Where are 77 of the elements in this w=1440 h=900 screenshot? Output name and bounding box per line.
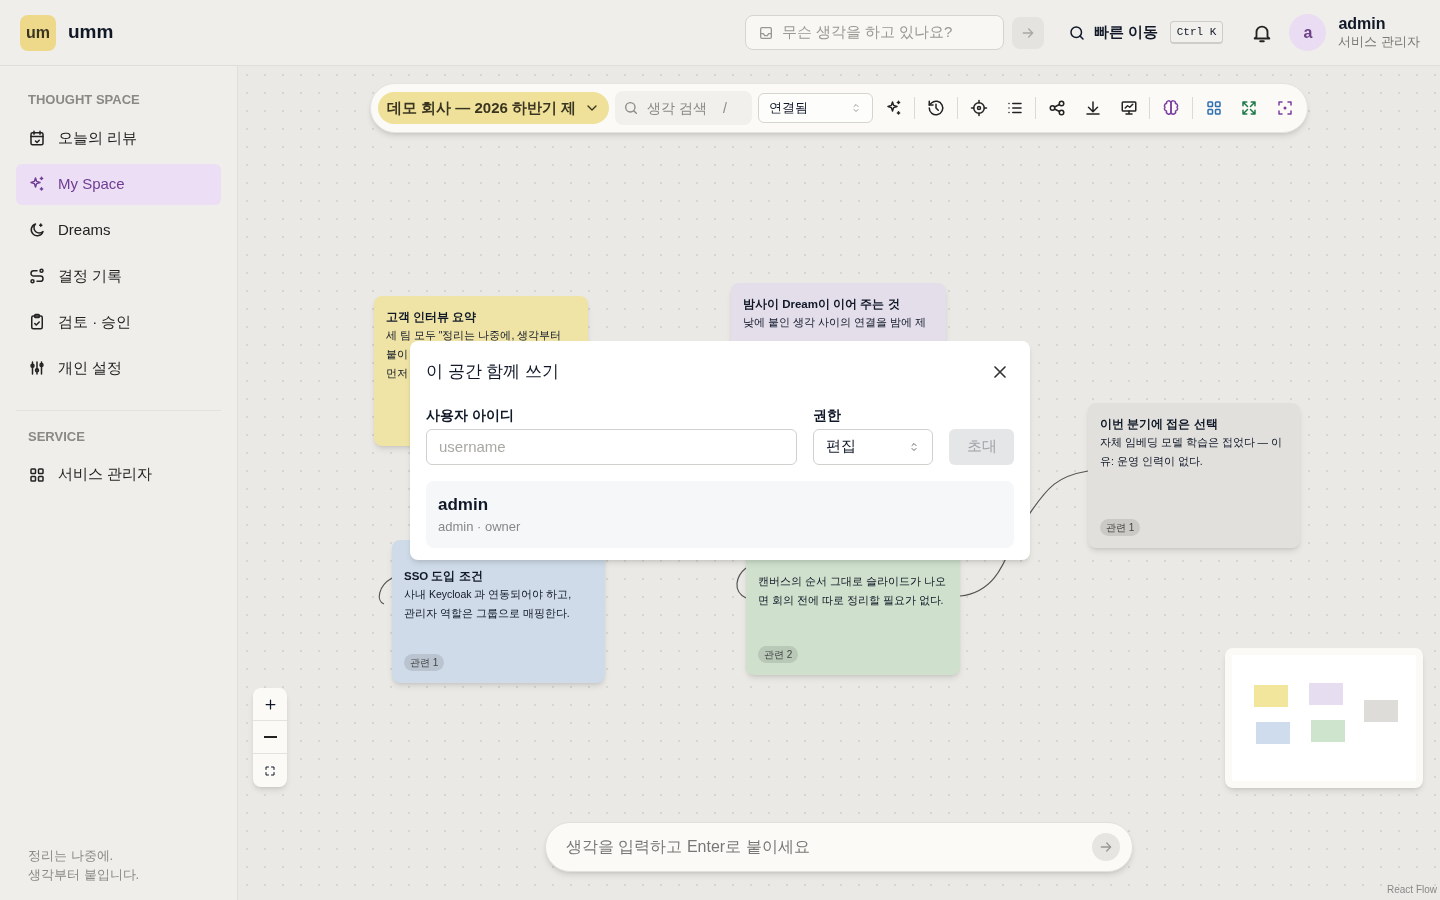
arrow-icon bbox=[1098, 839, 1114, 855]
project-select[interactable]: 데모 회사 — 2026 하반기 제 bbox=[378, 92, 610, 124]
member-detail: admin · owner bbox=[438, 518, 522, 536]
connector-line bbox=[378, 577, 393, 605]
note-text: 붙이 bbox=[386, 347, 408, 362]
field-label: 권한 bbox=[813, 405, 842, 425]
note-title: SSO 도입 조건 bbox=[404, 569, 484, 584]
note-text: 유: 운영 인력이 없다. bbox=[1100, 454, 1203, 469]
note-title: 밤사이 Dream이 이어 주는 것 bbox=[743, 297, 901, 312]
search-icon bbox=[1067, 23, 1086, 42]
note-text: 먼저 bbox=[386, 366, 408, 381]
grid-icon bbox=[28, 465, 46, 484]
composer-input-field[interactable]: 생각을 입력하고 Enter로 붙이세요 bbox=[545, 822, 1133, 872]
user-role: 서비스 관리자 bbox=[1338, 34, 1420, 51]
calendar-icon bbox=[28, 129, 46, 147]
sidebar-item[interactable]: 검토 · 승인 bbox=[16, 301, 221, 343]
sidebar-item[interactable]: My Space bbox=[16, 163, 221, 205]
search-icon bbox=[623, 100, 640, 116]
minimap-node bbox=[1256, 722, 1290, 744]
view-select[interactable]: 연결됨 bbox=[757, 93, 873, 123]
note-title: 이번 분기에 접은 선택 bbox=[1100, 417, 1219, 432]
history-icon bbox=[927, 99, 946, 117]
sidebar-item[interactable]: 결정 기록 bbox=[16, 255, 221, 297]
note-text: 관리자 역할은 그룹으로 매핑한다. bbox=[404, 606, 570, 621]
sliders-icon bbox=[28, 359, 46, 377]
avatar[interactable]: a bbox=[1289, 14, 1327, 51]
plus-icon bbox=[262, 696, 278, 712]
tagline: 정리는 나중에. 생각부터 붙입니다. bbox=[27, 847, 141, 884]
field-label: 사용자 아이디 bbox=[426, 405, 515, 425]
route-icon bbox=[28, 267, 46, 285]
brain-icon bbox=[1162, 99, 1181, 117]
presentation-icon bbox=[1119, 99, 1138, 117]
sidebar-item[interactable]: 서비스 관리자 bbox=[16, 454, 221, 495]
minimap-node bbox=[1311, 720, 1345, 742]
minimap-node bbox=[1309, 683, 1343, 705]
note-text: 사내 Keycloak 과 연동되어야 하고, bbox=[404, 587, 572, 602]
expand-icon bbox=[1240, 99, 1259, 117]
quick-jump-button[interactable]: 빠른 이동 bbox=[1067, 21, 1158, 44]
note-text: 세 팀 모두 "정리는 나중에, 생각부터 bbox=[386, 328, 562, 343]
note-card[interactable]: 이번 분기에 접은 선택 자체 임베딩 모델 학습은 접었다 — 이 유: 운영 인력이 없다. 관련 1 bbox=[1088, 403, 1300, 548]
relation-tag: 관련 2 bbox=[758, 646, 799, 663]
relation-tag: 관련 1 bbox=[1100, 519, 1141, 536]
sidebar-item[interactable]: 개인 설정 bbox=[16, 347, 221, 389]
shortcut-key: Ctrl K bbox=[1169, 20, 1224, 45]
sparkles-icon bbox=[884, 99, 903, 117]
minimap-node bbox=[1364, 700, 1398, 722]
focus-icon bbox=[1276, 99, 1295, 117]
grid-icon bbox=[1204, 99, 1223, 117]
connector-line bbox=[736, 567, 747, 599]
minimap-node bbox=[1254, 685, 1288, 707]
logo: um bbox=[20, 14, 56, 51]
note-text: 자체 임베딩 모델 학습은 접었다 — 이 bbox=[1100, 435, 1282, 450]
crosshair-icon bbox=[969, 99, 988, 117]
download-icon bbox=[1083, 99, 1102, 117]
minus-icon bbox=[263, 736, 277, 738]
dialog-title: 이 공간 함께 쓰기 bbox=[426, 361, 560, 383]
note-title: 고객 인터뷰 요약 bbox=[386, 310, 478, 325]
app-name: umm bbox=[68, 20, 114, 45]
up-down-icon bbox=[908, 440, 920, 453]
sidebar-item[interactable]: Dreams bbox=[16, 209, 221, 251]
member-name: admin bbox=[438, 493, 490, 516]
username-input-field[interactable]: username bbox=[426, 428, 797, 465]
note-text: 면 회의 전에 따로 정리할 필요가 없다. bbox=[758, 593, 944, 608]
section-title: SERVICE bbox=[27, 427, 86, 446]
note-text: 캔버스의 순서 그대로 슬라이드가 나오 bbox=[758, 574, 946, 589]
fit-view-icon bbox=[264, 764, 276, 777]
relation-tag: 관련 1 bbox=[404, 654, 445, 671]
section-title: THOUGHT SPACE bbox=[27, 91, 141, 109]
share-icon bbox=[1048, 99, 1067, 117]
role-select[interactable]: 편집 bbox=[813, 428, 933, 465]
note-text: 낮에 붙인 생각 사이의 연결을 밤에 제 bbox=[743, 315, 926, 330]
moon-icon bbox=[28, 221, 46, 239]
clipboard-check-icon bbox=[28, 313, 46, 331]
sidebar-item[interactable]: 오늘의 리뷰 bbox=[16, 117, 221, 159]
user-name: admin bbox=[1338, 14, 1387, 35]
sparkles-icon bbox=[28, 175, 46, 193]
inbox-icon bbox=[757, 24, 774, 41]
